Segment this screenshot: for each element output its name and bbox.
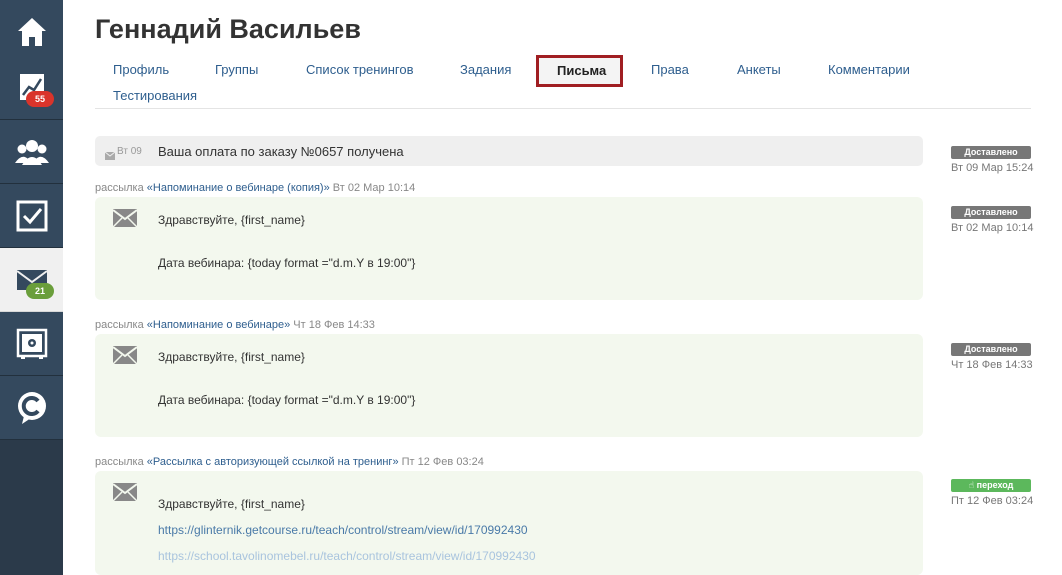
payment-message-row[interactable]: Вт 09 Ваша оплата по заказу №0657 получе… [95, 136, 923, 166]
message-card[interactable]: Здравствуйте, {first_name} https://glint… [95, 471, 923, 575]
stats-badge: 55 [26, 91, 54, 107]
mail-badge: 21 [26, 283, 54, 299]
sidebar-item-mail[interactable]: 21 [0, 248, 63, 312]
message-body: Дата вебинара: {today format ="d.m.Y в 1… [158, 393, 416, 407]
message-timestamp: Вт 09 Мар 15:24 [951, 162, 1034, 174]
meta-date: Пт 12 Фев 03:24 [401, 456, 484, 468]
home-icon [15, 15, 49, 49]
page-title: Геннадий Васильев [95, 14, 361, 44]
message-greeting: Здравствуйте, {first_name} [158, 350, 305, 364]
message-link[interactable]: https://glinternik.getcourse.ru/teach/co… [158, 523, 528, 537]
sidebar-item-chat[interactable] [0, 376, 63, 440]
sidebar-item-tasks[interactable] [0, 184, 63, 248]
main-content: Геннадий Васильев Профиль Группы Список … [63, 0, 1062, 575]
tab-tests[interactable]: Тестирования [113, 88, 197, 103]
chat-icon [16, 391, 48, 425]
tab-tasks[interactable]: Задания [460, 62, 511, 77]
campaign-link[interactable]: «Рассылка с авторизующей ссылкой на трен… [147, 456, 399, 468]
message-card[interactable]: Здравствуйте, {first_name} Дата вебинара… [95, 334, 923, 437]
checkbox-icon [16, 200, 48, 232]
message-meta: рассылка «Напоминание о вебинаре» Чт 18 … [95, 319, 375, 331]
tab-surveys[interactable]: Анкеты [737, 62, 781, 77]
message-timestamp: Пт 12 Фев 03:24 [951, 495, 1034, 507]
sidebar: 55 21 [0, 0, 63, 575]
message-timestamp: Вт 02 Мар 10:14 [951, 222, 1034, 234]
tab-trainings[interactable]: Список тренингов [306, 62, 414, 77]
message-greeting: Здравствуйте, {first_name} [158, 213, 305, 227]
status-badge: ☝ переход [951, 479, 1031, 492]
message-body: Дата вебинара: {today format ="d.m.Y в 1… [158, 256, 416, 270]
tabs-divider [95, 108, 1031, 109]
pointer-icon: ☝ [968, 480, 975, 490]
status-label: переход [976, 480, 1014, 490]
campaign-link[interactable]: «Напоминание о вебинаре» [147, 319, 290, 331]
message-link[interactable]: https://school.tavolinomebel.ru/teach/co… [158, 549, 536, 563]
campaign-link[interactable]: «Напоминание о вебинаре (копия)» [147, 182, 330, 194]
meta-date: Чт 18 Фев 14:33 [293, 319, 375, 331]
status-badge: Доставлено [951, 146, 1031, 159]
tab-profile[interactable]: Профиль [113, 62, 169, 77]
envelope-icon [112, 483, 138, 506]
sidebar-item-home[interactable] [0, 0, 63, 64]
envelope-icon [104, 147, 116, 165]
meta-date: Вт 02 Мар 10:14 [332, 182, 416, 194]
tab-letters[interactable]: Письма [536, 55, 624, 87]
sidebar-item-users[interactable] [0, 120, 63, 184]
sidebar-item-safe[interactable] [0, 312, 63, 376]
tab-comments[interactable]: Комментарии [828, 62, 910, 77]
sidebar-item-stats[interactable]: 55 [0, 56, 63, 120]
message-timestamp: Чт 18 Фев 14:33 [951, 359, 1033, 371]
envelope-icon [112, 346, 138, 369]
status-badge: Доставлено [951, 343, 1031, 356]
message-greeting: Здравствуйте, {first_name} [158, 497, 305, 511]
message-status: Доставлено Вт 09 Мар 15:24 [951, 142, 1034, 174]
meta-prefix: рассылка [95, 182, 144, 194]
message-meta: рассылка «Рассылка с авторизующей ссылко… [95, 456, 484, 468]
message-meta: рассылка «Напоминание о вебинаре (копия)… [95, 182, 415, 194]
message-status: Доставлено Вт 02 Мар 10:14 [951, 202, 1034, 234]
message-day: Вт 09 [117, 146, 142, 157]
tab-rights[interactable]: Права [651, 62, 689, 77]
status-badge: Доставлено [951, 206, 1031, 219]
tab-groups[interactable]: Группы [215, 62, 258, 77]
meta-prefix: рассылка [95, 456, 144, 468]
safe-icon [16, 328, 48, 360]
message-card[interactable]: Здравствуйте, {first_name} Дата вебинара… [95, 197, 923, 300]
message-text: Ваша оплата по заказу №0657 получена [158, 144, 404, 159]
users-icon [14, 137, 49, 167]
message-status: Доставлено Чт 18 Фев 14:33 [951, 339, 1033, 371]
envelope-icon [112, 209, 138, 232]
meta-prefix: рассылка [95, 319, 144, 331]
message-status: ☝ переход Пт 12 Фев 03:24 [951, 475, 1034, 507]
